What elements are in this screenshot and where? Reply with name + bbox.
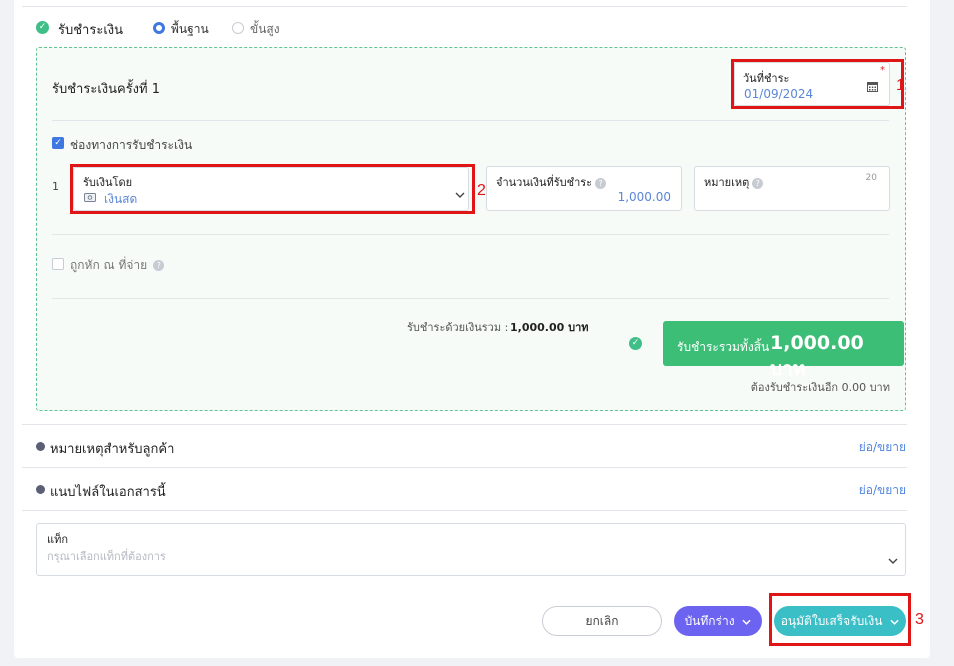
cancel-button[interactable]: ยกเลิก xyxy=(542,606,662,636)
mode-basic-radio[interactable] xyxy=(153,22,165,34)
bullet-dot xyxy=(36,442,45,451)
annotation-box-1 xyxy=(731,59,904,109)
remaining-text: ต้องรับชำระเงินอีก 0.00 บาท xyxy=(750,381,890,394)
attachments-toggle-link[interactable]: ย่อ/ขยาย xyxy=(859,481,906,500)
installment-title: รับชำระเงินครั้งที่ 1 xyxy=(52,82,160,97)
note-input[interactable]: หมายเหตุ? 20 xyxy=(694,166,890,211)
panel-divider-1 xyxy=(52,120,889,121)
withholding-checkbox[interactable] xyxy=(52,258,64,270)
customer-note-title: หมายเหตุสำหรับลูกค้า xyxy=(50,442,175,457)
divider xyxy=(22,467,907,468)
help-icon[interactable]: ? xyxy=(752,177,764,189)
receipt-form-card: ✓ รับชำระเงิน พื้นฐาน ขั้นสูง รับชำระเงิ… xyxy=(14,0,930,658)
check-circle-icon: ✓ xyxy=(629,337,642,350)
channel-row-index: 1 xyxy=(52,180,59,193)
withholding-label: ถูกหัก ณ ที่จ่าย? xyxy=(70,256,165,275)
customer-note-toggle-link[interactable]: ย่อ/ขยาย xyxy=(859,438,906,457)
payment-channel-label: ช่องทางการรับชำระเงิน xyxy=(70,138,193,152)
total-summary-box: รับชำระรวมทั้งสิ้น 1,000.00 บาท xyxy=(663,321,904,380)
subtotal-value: 1,000.00 บาท xyxy=(510,321,589,334)
payment-channel-checkbox[interactable]: ✓ xyxy=(52,137,64,149)
panel-divider-3 xyxy=(52,298,889,299)
mode-advanced-label[interactable]: ขั้นสูง xyxy=(250,20,280,39)
check-circle-icon: ✓ xyxy=(36,21,49,34)
annotation-box-2 xyxy=(70,164,475,214)
chevron-down-icon[interactable] xyxy=(888,558,898,564)
tags-placeholder: กรุณาเลือกแท็กที่ต้องการ xyxy=(47,550,166,563)
tags-label: แท็ก xyxy=(47,533,69,546)
mode-advanced-radio[interactable] xyxy=(232,22,244,34)
divider xyxy=(22,424,907,425)
amount-label: จำนวนเงินที่รับชำระ? xyxy=(496,173,607,191)
help-icon[interactable]: ? xyxy=(595,177,607,189)
chevron-down-icon xyxy=(742,619,752,625)
annotation-number-3: 3 xyxy=(915,611,924,628)
amount-input[interactable]: จำนวนเงินที่รับชำระ? 1,000.00 xyxy=(486,166,682,211)
total-value: 1,000.00 บาท xyxy=(770,332,864,380)
mode-basic-label[interactable]: พื้นฐาน xyxy=(171,20,209,39)
save-draft-button[interactable]: บันทึกร่าง xyxy=(674,606,762,636)
annotation-number-1: 1 xyxy=(896,77,905,94)
annotation-number-2: 2 xyxy=(477,182,486,199)
annotation-box-3 xyxy=(769,593,911,646)
total-label: รับชำระรวมทั้งสิ้น xyxy=(677,340,770,354)
help-icon[interactable]: ? xyxy=(153,260,165,271)
note-char-counter: 20 xyxy=(865,173,877,183)
section-title: รับชำระเงิน xyxy=(58,23,123,38)
amount-value[interactable]: 1,000.00 xyxy=(618,190,671,204)
subtotal-label: รับชำระด้วยเงินรวม : xyxy=(407,321,509,334)
top-divider xyxy=(22,6,907,7)
note-label: หมายเหตุ? xyxy=(704,173,764,191)
bullet-dot xyxy=(36,485,45,494)
tags-select[interactable]: แท็ก กรุณาเลือกแท็กที่ต้องการ xyxy=(36,523,906,576)
attachments-title: แนบไฟล์ในเอกสารนี้ xyxy=(50,485,166,500)
panel-divider-2 xyxy=(52,234,889,235)
divider xyxy=(22,510,907,511)
